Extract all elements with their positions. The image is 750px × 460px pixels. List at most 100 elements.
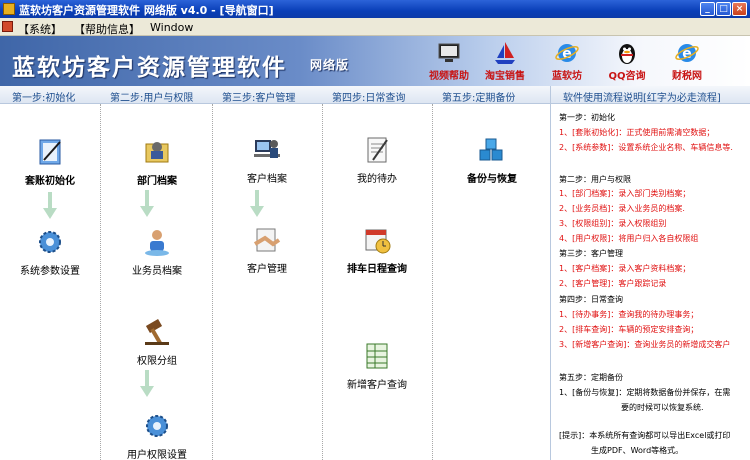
customer-archive-module[interactable]: 客户档案 (222, 134, 312, 185)
taobao-sales-link[interactable]: 淘宝销售 (478, 41, 532, 83)
lanruanfang-link[interactable]: e 蓝软坊 (540, 41, 594, 83)
calendar-clock-icon (365, 229, 391, 254)
column-divider (322, 104, 323, 460)
window-title: 蓝软坊客户资源管理软件 网络版 v4.0 - [导航窗口] (19, 4, 274, 17)
ie-icon: e (675, 44, 699, 62)
folder-user-icon (145, 142, 169, 163)
tax-site-label: 财税网 (672, 71, 702, 82)
flow-arrow-down-icon (43, 192, 57, 219)
backup-restore-module[interactable]: 备份与恢复 (446, 134, 538, 185)
info-line: 2、[业务员档]：录入业务员的档案. (559, 204, 685, 213)
customer-management-label: 客户管理 (247, 264, 287, 275)
info-panel: 第一步：初始化 1、[套账初始化]：正式使用前需清空数据； 2、[系统参数]：设… (550, 104, 750, 460)
customer-management-module[interactable]: 客户管理 (222, 224, 312, 275)
flow-arrow-down-icon (140, 370, 154, 397)
info-line: 第二步：用户与权限 (559, 175, 631, 184)
info-panel-title: 软件使用流程说明[红字为必走流程] (563, 93, 721, 104)
new-customer-query-module[interactable]: 新增客户查询 (332, 340, 422, 391)
qq-penguin-icon (619, 44, 635, 64)
new-customer-query-label: 新增客户查询 (347, 380, 407, 391)
info-line: 要的时候可以恢复系统. (621, 403, 704, 412)
info-line: 1、[套账初始化]：正式使用前需清空数据； (559, 128, 715, 137)
info-line: 第一步：初始化 (559, 113, 615, 122)
ie-icon: e (555, 44, 579, 62)
my-todo-module[interactable]: 我的待办 (332, 134, 422, 185)
gear-icon (39, 231, 61, 253)
video-help-label: 视频帮助 (429, 71, 469, 82)
notebook-pen-icon (39, 139, 61, 165)
salesman-archive-module[interactable]: 业务员档案 (112, 226, 202, 277)
minimize-button[interactable]: _ (700, 2, 715, 16)
lanruanfang-label: 蓝软坊 (552, 71, 582, 82)
info-line: 3、[权限组别]：录入权限组别 (559, 219, 667, 228)
qq-consult-label: QQ咨询 (608, 71, 646, 82)
info-line: 第三步：客户管理 (559, 249, 623, 258)
maximize-button[interactable]: □ (716, 2, 731, 16)
notepad-icon (367, 137, 388, 163)
info-line: 3、[新增客户查询]：查询业务员的新增成交客户 (559, 340, 731, 349)
app-banner-title: 蓝软坊客户资源管理软件 (12, 54, 287, 81)
info-line: 1、[客户档案]：录入客户资料档案； (559, 264, 691, 273)
column-divider (100, 104, 101, 460)
edition-label: 网络版 (310, 58, 350, 72)
title-bar: 蓝软坊客户资源管理软件 网络版 v4.0 - [导航窗口] _ □ × (0, 0, 750, 18)
schedule-query-module[interactable]: 排车日程查询 (332, 224, 422, 275)
info-line: 1、[待办事务]：查询我的待办理事务； (559, 310, 699, 319)
column-divider (212, 104, 213, 460)
permission-group-label: 权限分组 (137, 356, 177, 367)
info-line: 1、[部门档案]：录入部门类别档案； (559, 189, 691, 198)
taobao-sales-label: 淘宝销售 (485, 71, 525, 82)
document-icon[interactable] (2, 21, 13, 32)
computer-user-icon (254, 140, 280, 158)
info-line: 4、[用户权限]：将用户归入各自权限组 (559, 234, 699, 243)
blocks-icon (479, 138, 503, 161)
department-archive-label: 部门档案 (137, 176, 177, 187)
step-1-label: 第一步:初始化 (12, 93, 76, 104)
info-line: 2、[排车查询]：车辆的预定安排查询； (559, 325, 699, 334)
flow-arrow-down-icon (250, 190, 264, 217)
user-permission-module[interactable]: 用户权限设置 (108, 410, 206, 460)
video-help-link[interactable]: 视频帮助 (422, 41, 476, 83)
close-button[interactable]: × (732, 2, 747, 16)
my-todo-label: 我的待办 (357, 174, 397, 185)
sailboat-icon (495, 42, 515, 64)
steps-header: 第一步:初始化 第二步:用户与权限 第三步:客户管理 第四步:日常查询 第五步:… (0, 86, 550, 104)
step-2-label: 第二步:用户与权限 (110, 93, 194, 104)
step-5-label: 第五步:定期备份 (442, 93, 516, 104)
column-divider (432, 104, 433, 460)
menu-help[interactable]: 【帮助信息】 (74, 21, 140, 37)
system-params-label: 系统参数设置 (20, 266, 80, 277)
app-icon (3, 3, 15, 15)
tax-site-link[interactable]: e 财税网 (660, 41, 714, 83)
info-line: 2、[系统参数]：设置系统企业名称、车辆信息等. (559, 143, 733, 152)
gear-icon (146, 415, 168, 437)
menu-window[interactable]: Window (150, 21, 193, 34)
account-init-module[interactable]: 套账初始化 (10, 136, 90, 187)
users-icon (145, 230, 169, 256)
department-archive-module[interactable]: 部门档案 (112, 136, 202, 187)
banner: 蓝软坊客户资源管理软件 网络版 视频帮助 淘宝销售 e 蓝软坊 QQ咨询 e 财… (0, 36, 750, 86)
permission-group-module[interactable]: 权限分组 (112, 316, 202, 367)
customer-archive-label: 客户档案 (247, 174, 287, 185)
backup-restore-label: 备份与恢复 (467, 174, 517, 185)
salesman-archive-label: 业务员档案 (132, 266, 182, 277)
menu-bar: 【系统】 【帮助信息】 Window (0, 18, 750, 36)
step-4-label: 第四步:日常查询 (332, 93, 406, 104)
spreadsheet-icon (366, 343, 388, 369)
step-3-label: 第三步:客户管理 (222, 93, 296, 104)
handshake-document-icon (253, 228, 281, 252)
system-params-module[interactable]: 系统参数设置 (5, 226, 95, 277)
info-line: 生成PDF、Word等格式。 (591, 446, 684, 455)
video-icon (438, 43, 460, 62)
info-panel-header: 软件使用流程说明[红字为必走流程] (550, 86, 750, 104)
user-permission-label: 用户权限设置 (127, 450, 187, 460)
info-line: 第五步：定期备份 (559, 373, 623, 382)
account-init-label: 套账初始化 (25, 176, 75, 187)
gavel-icon (145, 319, 169, 345)
info-line: [提示]：本系统所有查询都可以导出Excel或打印 (559, 431, 731, 440)
schedule-query-label: 排车日程查询 (347, 264, 407, 275)
qq-consult-link[interactable]: QQ咨询 (600, 41, 654, 83)
info-line: 2、[客户管理]：客户跟踪记录 (559, 279, 667, 288)
info-line: 1、[备份与恢复]：定期将数据备份并保存，在需 (559, 388, 731, 397)
menu-system[interactable]: 【系统】 (18, 21, 62, 37)
